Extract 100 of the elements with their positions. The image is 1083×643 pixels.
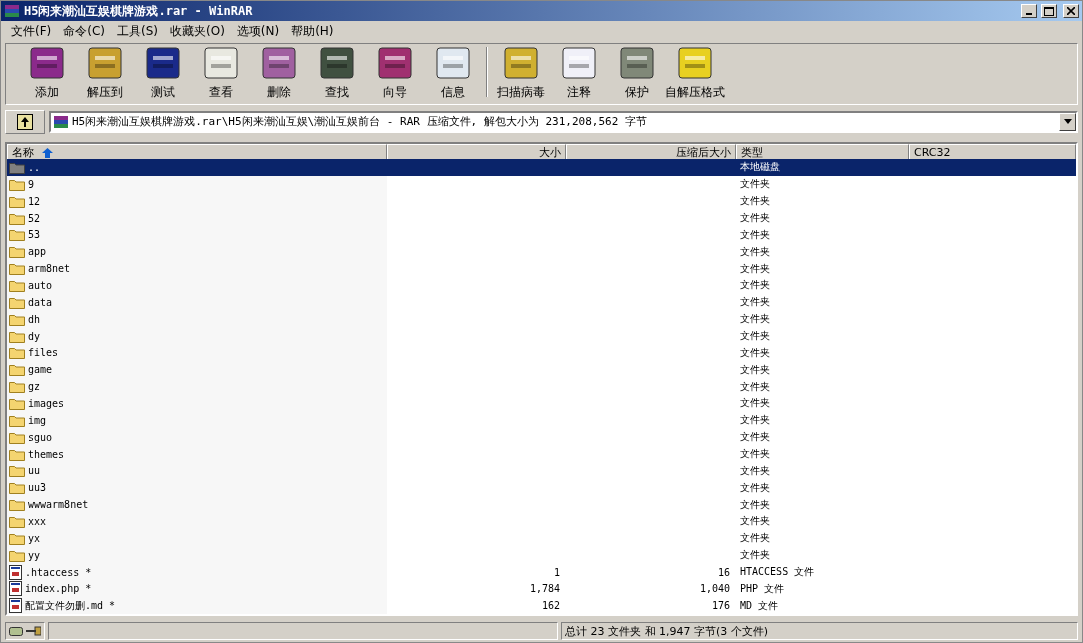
file-row[interactable]: themes 文件夹: [7, 445, 1076, 463]
size-text: 1: [553, 566, 560, 578]
file-name: auto: [28, 279, 53, 291]
file-row[interactable]: files 文件夹: [7, 344, 1076, 362]
file-row[interactable]: dh 文件夹: [7, 310, 1076, 328]
packed-size-text: 16: [717, 566, 730, 578]
toolbar-button[interactable]: 查看: [192, 44, 250, 101]
file-icon: [9, 564, 22, 580]
archive-icon: [4, 3, 20, 19]
toolbar-button[interactable]: 扫描病毒: [492, 44, 550, 101]
file-row[interactable]: .. 本地磁盘: [7, 159, 1076, 176]
file-row[interactable]: xxx 文件夹: [7, 513, 1076, 530]
type-text: 本地磁盘: [740, 160, 780, 175]
toolbar-button[interactable]: 添加: [18, 44, 76, 101]
file-row[interactable]: arm8net 文件夹: [7, 260, 1076, 277]
archive-icon: [53, 113, 69, 130]
toolbar-icon: [617, 44, 657, 82]
menu-item[interactable]: 文件(F): [5, 23, 58, 40]
size-text: 162: [541, 600, 560, 612]
type-text: 文件夹: [740, 379, 770, 394]
toolbar-icon: [85, 44, 125, 82]
file-row[interactable]: 9 文件夹: [7, 175, 1076, 193]
file-row[interactable]: uu 文件夹: [7, 462, 1076, 480]
file-name: images: [28, 397, 65, 409]
file-row[interactable]: .htaccess * 1 16 HTACCESS 文件: [7, 563, 1076, 581]
toolbar-button[interactable]: 自解压格式: [666, 44, 724, 101]
file-name: dh: [28, 313, 41, 325]
toolbar-button[interactable]: 保护: [608, 44, 666, 101]
file-name: dy: [28, 330, 41, 342]
file-name: yx: [28, 532, 41, 544]
toolbar-button[interactable]: 向导: [366, 44, 424, 101]
type-text: 文件夹: [740, 548, 770, 563]
toolbar-icon: [259, 44, 299, 82]
file-row[interactable]: 配置文件勿删.md * 162 176 MD 文件: [7, 597, 1076, 614]
file-name: sguo: [28, 431, 53, 443]
type-text: 文件夹: [740, 362, 770, 377]
close-button[interactable]: [1063, 4, 1079, 18]
minimize-button[interactable]: [1021, 4, 1037, 18]
file-row[interactable]: dy 文件夹: [7, 327, 1076, 345]
toolbar-button[interactable]: 删除: [250, 44, 308, 101]
toolbar-icon: [201, 44, 241, 82]
menu-item[interactable]: 工具(S): [111, 23, 164, 40]
type-text: HTACCESS 文件: [740, 565, 815, 580]
file-name: uu: [28, 465, 41, 477]
type-text: 文件夹: [740, 244, 770, 259]
menu-item[interactable]: 命令(C): [57, 23, 111, 40]
toolbar-icon: [675, 44, 715, 82]
toolbar-button[interactable]: 测试: [134, 44, 192, 101]
file-row[interactable]: uu3 文件夹: [7, 479, 1076, 497]
file-name: data: [28, 296, 53, 308]
file-row[interactable]: sguo 文件夹: [7, 428, 1076, 446]
file-row[interactable]: gz 文件夹: [7, 378, 1076, 396]
toolbar-icon: [501, 44, 541, 82]
file-name: gz: [28, 381, 41, 393]
file-row[interactable]: 12 文件夹: [7, 192, 1076, 210]
type-text: 文件夹: [740, 329, 770, 343]
file-name: game: [28, 364, 53, 376]
file-row[interactable]: img 文件夹: [7, 411, 1076, 429]
file-row[interactable]: game 文件夹: [7, 361, 1076, 379]
toolbar-icon: [559, 44, 599, 82]
file-name: img: [28, 414, 47, 426]
type-text: 文件夹: [740, 345, 770, 360]
file-name: 9: [28, 178, 35, 190]
file-row[interactable]: images 文件夹: [7, 395, 1076, 412]
window-title: H5闲来潮汕互娱棋牌游戏.rar - WinRAR: [24, 2, 254, 20]
type-text: 文件夹: [740, 413, 770, 428]
type-text: 文件夹: [740, 447, 770, 462]
status-text: 总计 23 文件夹 和 1,947 字节(3 个文件): [565, 623, 769, 639]
toolbar-button[interactable]: 查找: [308, 44, 366, 101]
file-name: 配置文件勿删.md *: [25, 598, 116, 613]
file-row[interactable]: 53 文件夹: [7, 226, 1076, 244]
dropdown-arrow-icon: [1063, 119, 1072, 124]
file-row[interactable]: index.php * 1,784 1,040 PHP 文件: [7, 580, 1076, 598]
file-row[interactable]: 52 文件夹: [7, 209, 1076, 227]
file-name: 53: [28, 229, 41, 241]
type-text: 文件夹: [740, 514, 770, 529]
file-row[interactable]: wwwarm8net 文件夹: [7, 496, 1076, 514]
type-text: 文件夹: [740, 430, 770, 445]
toolbar-button[interactable]: 解压到: [76, 44, 134, 101]
maximize-button[interactable]: [1041, 4, 1057, 18]
file-row[interactable]: yy 文件夹: [7, 546, 1076, 564]
path-text: H5闲来潮汕互娱棋牌游戏.rar\H5闲来潮汕互娱\潮汕互娱前台 - RAR 压缩文件, 解包大小为 231,208,562 字节: [72, 114, 648, 129]
type-text: PHP 文件: [740, 581, 785, 596]
toolbar-button[interactable]: 注释: [550, 44, 608, 101]
menu-item[interactable]: 选项(N): [230, 23, 286, 40]
packed-size-text: 1,040: [699, 583, 730, 595]
menu-item[interactable]: 收藏夹(O): [164, 23, 231, 40]
menu-item[interactable]: 帮助(H): [285, 23, 340, 40]
file-row[interactable]: data 文件夹: [7, 293, 1076, 311]
up-folder-button[interactable]: [5, 109, 45, 134]
type-text: 文件夹: [740, 261, 770, 276]
path-field[interactable]: H5闲来潮汕互娱棋牌游戏.rar\H5闲来潮汕互娱\潮汕互娱前台 - RAR 压缩文件, 解包大小为 231,208,562 字节: [49, 110, 1078, 133]
type-text: 文件夹: [740, 463, 770, 478]
file-row[interactable]: app 文件夹: [7, 243, 1076, 261]
file-row[interactable]: auto 文件夹: [7, 277, 1076, 294]
dropdown-button[interactable]: [1059, 112, 1076, 131]
type-text: 文件夹: [740, 531, 770, 546]
file-row[interactable]: yx 文件夹: [7, 529, 1076, 547]
toolbar-icon: [143, 44, 183, 82]
toolbar-button[interactable]: 信息: [424, 44, 482, 101]
